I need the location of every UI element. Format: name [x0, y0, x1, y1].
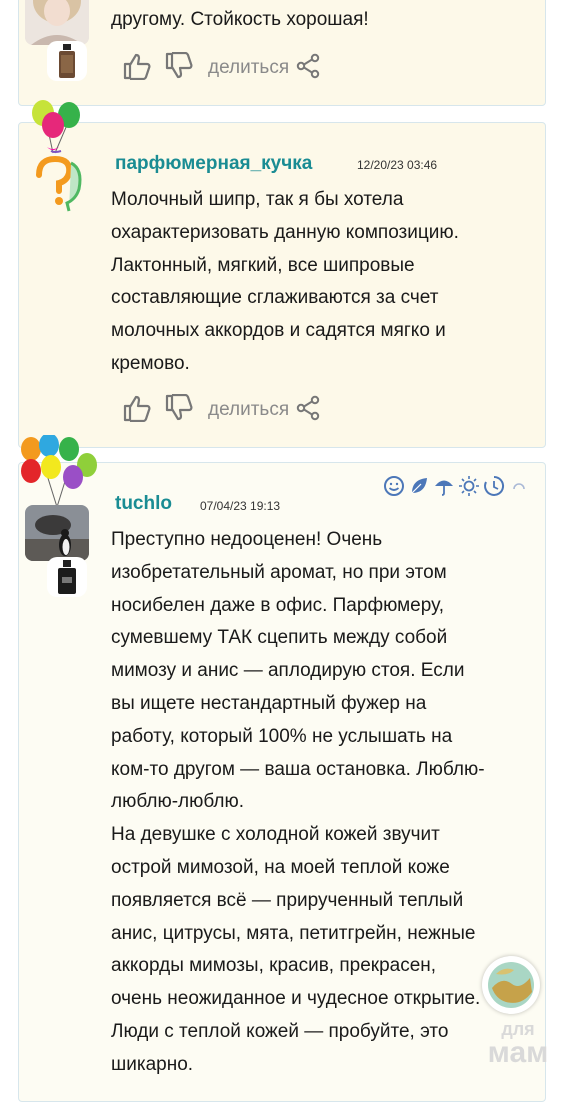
comment-actions: делиться [122, 393, 321, 427]
smile-icon[interactable] [383, 475, 405, 497]
share-button[interactable]: делиться [208, 399, 289, 421]
username-link[interactable]: парфюмерная_кучка [115, 153, 312, 175]
leaf-icon[interactable] [408, 475, 430, 497]
watermark: для мам [478, 1020, 558, 1068]
thumbs-down-icon[interactable] [164, 51, 194, 85]
mood-icons [383, 475, 530, 497]
share-button[interactable]: делиться [208, 57, 289, 79]
thumbs-down-icon[interactable] [164, 393, 194, 427]
globe-icon [488, 962, 534, 1008]
avatar-image [25, 0, 89, 45]
comment-card: парфюмерная_кучка 12/20/23 03:46 Молочны… [18, 100, 546, 448]
avatar[interactable] [25, 505, 89, 561]
avatar[interactable] [25, 0, 89, 45]
umbrella-icon[interactable] [433, 475, 455, 497]
comment-actions: делиться [122, 51, 321, 85]
balloons-question-icon [32, 100, 82, 212]
share-icon[interactable] [295, 53, 321, 84]
share-icon[interactable] [295, 395, 321, 426]
watermark-line2: мам [487, 1036, 549, 1069]
balloons-icon [21, 435, 97, 508]
clock-icon[interactable] [483, 475, 505, 497]
sun-icon[interactable] [458, 475, 480, 497]
comment-text: Преступно недооценен! Очень изобретатель… [111, 529, 485, 1075]
perfume-bottle-icon [47, 557, 87, 597]
comment-card: tuchlo 07/04/23 19:13 Преступно недооцен… [18, 435, 546, 1102]
comment-date: 12/20/23 03:46 [357, 158, 438, 172]
comment-text: другому. Стойкость хорошая! [111, 9, 369, 30]
thumbs-up-icon[interactable] [122, 52, 152, 85]
perfume-bottle-icon [47, 41, 87, 81]
comment-text: Молочный шипр, так я бы хотела охарактер… [111, 189, 459, 374]
floating-widget-button[interactable] [482, 956, 540, 1014]
username-link[interactable]: tuchlo [115, 493, 172, 515]
comment-date: 07/04/23 19:13 [200, 499, 281, 513]
comment-card: другому. Стойкость хорошая! делиться [18, 0, 546, 106]
thumbs-up-icon[interactable] [122, 394, 152, 427]
moon-icon[interactable] [508, 475, 530, 497]
avatar-image [25, 505, 89, 561]
